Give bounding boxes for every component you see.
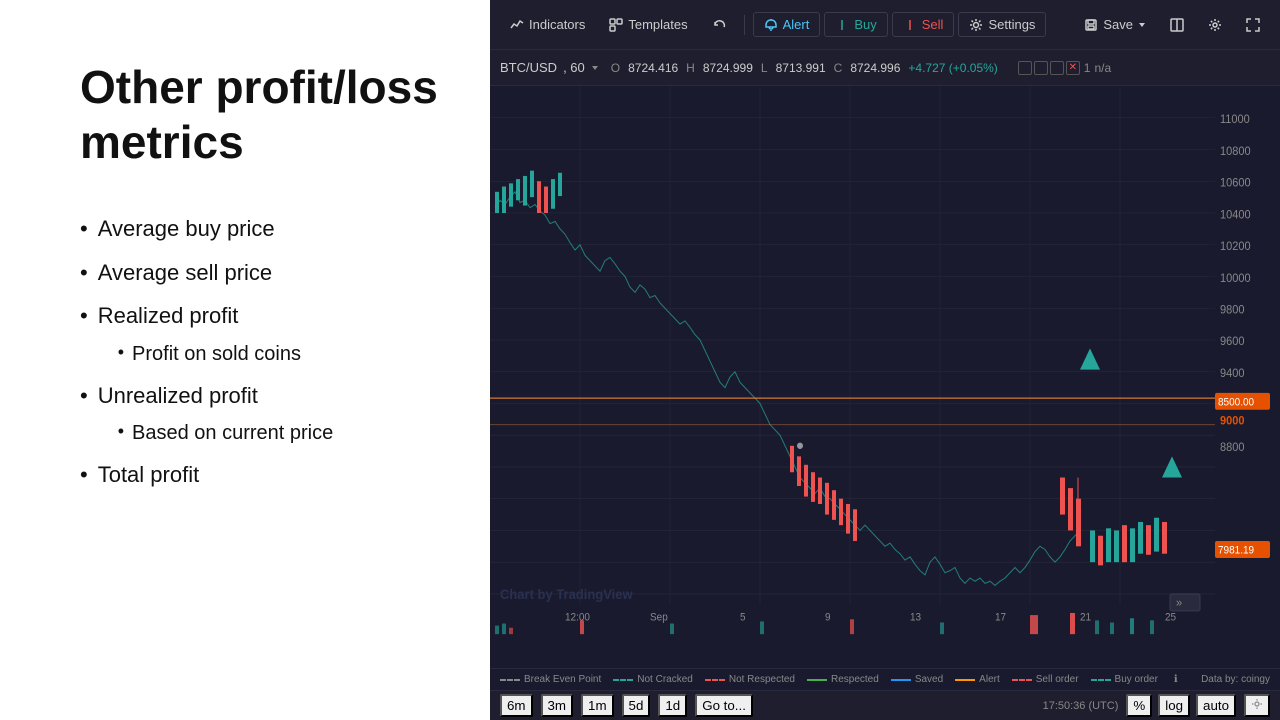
svg-text:7981.19: 7981.19 [1218,545,1254,556]
symbol-bar: BTC/USD , 60 O 8724.416 H 8724.999 L 871… [490,50,1280,86]
chart-toolbar: Indicators Templates Alert [490,0,1280,50]
bullet-list: Average buy price Average sell price Rea… [80,210,440,499]
break-even-line-icon [500,679,520,681]
high-price: 8724.999 [703,61,753,75]
save-button[interactable]: Save [1074,12,1156,37]
svg-text:Chart by TradingView: Chart by TradingView [500,587,633,602]
saved-line-icon [891,679,911,681]
svg-text:Sep: Sep [650,612,668,623]
list-item-avg-buy: Average buy price [80,210,440,247]
sell-button[interactable]: Sell [892,12,955,37]
svg-text:10000: 10000 [1220,273,1251,285]
svg-text:17: 17 [995,612,1006,623]
svg-text:10200: 10200 [1220,241,1251,253]
price-ohlc: O 8724.416 H 8724.999 L 8713.991 C 8724.… [611,61,998,75]
list-item-label: Realized profit Profit on sold coins [98,297,301,370]
chart-svg: 11000 10800 10600 10400 10200 10000 9800… [490,86,1280,668]
legend-sell-order: Sell order [1012,674,1079,685]
tf-3m-button[interactable]: 3m [541,694,574,717]
bottom-toolbar: 6m 3m 1m 5d 1d Go to... 17:50:36 (UTC) %… [490,690,1280,720]
svg-text:5: 5 [740,612,746,623]
pct-button[interactable]: % [1126,694,1152,717]
svg-text:8800: 8800 [1220,442,1244,454]
goto-button[interactable]: Go to... [695,694,753,717]
chart-area[interactable]: 11000 10800 10600 10400 10200 10000 9800… [490,86,1280,668]
svg-text:9800: 9800 [1220,304,1244,316]
legend-saved: Saved [891,674,943,685]
list-item-label: Unrealized profit Based on current price [98,377,334,450]
sub-list-item: Profit on sold coins [118,337,301,371]
templates-button[interactable]: Templates [599,12,697,37]
legend-not-cracked: Not Cracked [613,674,693,685]
alert-button[interactable]: Alert [753,12,821,37]
svg-text:13: 13 [910,612,921,623]
open-price: 8724.416 [628,61,678,75]
list-item-realized: Realized profit Profit on sold coins [80,297,440,370]
not-respected-line-icon [705,679,725,681]
svg-text:21: 21 [1080,612,1091,623]
tf-1m-button[interactable]: 1m [581,694,614,717]
legend-buy-order: Buy order [1091,674,1158,685]
sell-order-line-icon [1012,679,1032,681]
svg-text:25: 25 [1165,612,1176,623]
time-display: 17:50:36 (UTC) [1043,700,1119,712]
svg-text:10600: 10600 [1220,177,1251,189]
list-item-unrealized: Unrealized profit Based on current price [80,377,440,450]
symbol-info[interactable]: BTC/USD , 60 [500,60,599,75]
close-price: 8724.996 [850,61,900,75]
alert-line-icon [955,679,975,681]
log-button[interactable]: log [1158,694,1190,717]
chart-legend: Break Even Point Not Cracked Not Respect… [490,668,1280,690]
left-panel: Other profit/lossmetrics Average buy pri… [0,0,490,720]
auto-button[interactable]: auto [1196,694,1236,717]
info-icon[interactable]: ℹ [1174,674,1178,685]
legend-respected: Respected [807,674,879,685]
low-price: 8713.991 [776,61,826,75]
svg-text:11000: 11000 [1220,114,1250,126]
buy-order-line-icon [1091,679,1111,681]
respected-line-icon [807,679,827,681]
fullscreen-button[interactable] [1236,13,1270,37]
list-item-label: Total profit [98,456,200,493]
svg-text:12:00: 12:00 [565,612,590,623]
slide-title: Other profit/lossmetrics [80,60,440,170]
list-item-avg-sell: Average sell price [80,254,440,291]
legend-not-respected: Not Respected [705,674,795,685]
svg-text:9: 9 [825,612,831,623]
list-item-label: Average buy price [98,210,275,247]
gear-button[interactable] [1198,13,1232,37]
chart-settings-button[interactable] [1244,694,1270,717]
svg-text:10400: 10400 [1220,209,1251,221]
settings-button[interactable]: Settings [958,12,1046,37]
svg-text:9000: 9000 [1220,415,1244,427]
layout-button[interactable] [1160,13,1194,37]
undo-button[interactable] [702,13,736,37]
tf-6m-button[interactable]: 6m [500,694,533,717]
symbol-name: BTC/USD [500,60,557,75]
legend-break-even: Break Even Point [500,674,601,685]
not-cracked-line-icon [613,679,633,681]
toolbar-divider [744,15,745,35]
tf-1d-button[interactable]: 1d [658,694,687,717]
tf-5d-button[interactable]: 5d [622,694,651,717]
price-change: +4.727 (+0.05%) [908,61,997,75]
pct-log-buttons: % log auto [1126,694,1236,717]
svg-text:10800: 10800 [1220,146,1251,158]
legend-alert: Alert [955,674,1000,685]
list-item-label: Average sell price [98,254,272,291]
right-panel: Indicators Templates Alert [490,0,1280,720]
timeframe-label: , 60 [563,60,585,75]
svg-text:8500.00: 8500.00 [1218,397,1254,408]
sub-list-item: Based on current price [118,416,334,450]
indicators-button[interactable]: Indicators [500,12,595,37]
list-item-total: Total profit [80,456,440,493]
data-provider: Data by: coingy [1201,674,1270,685]
buy-button[interactable]: Buy [824,12,887,37]
svg-text:»: » [1176,597,1182,609]
svg-text:9600: 9600 [1220,336,1244,348]
svg-text:9400: 9400 [1220,368,1244,380]
